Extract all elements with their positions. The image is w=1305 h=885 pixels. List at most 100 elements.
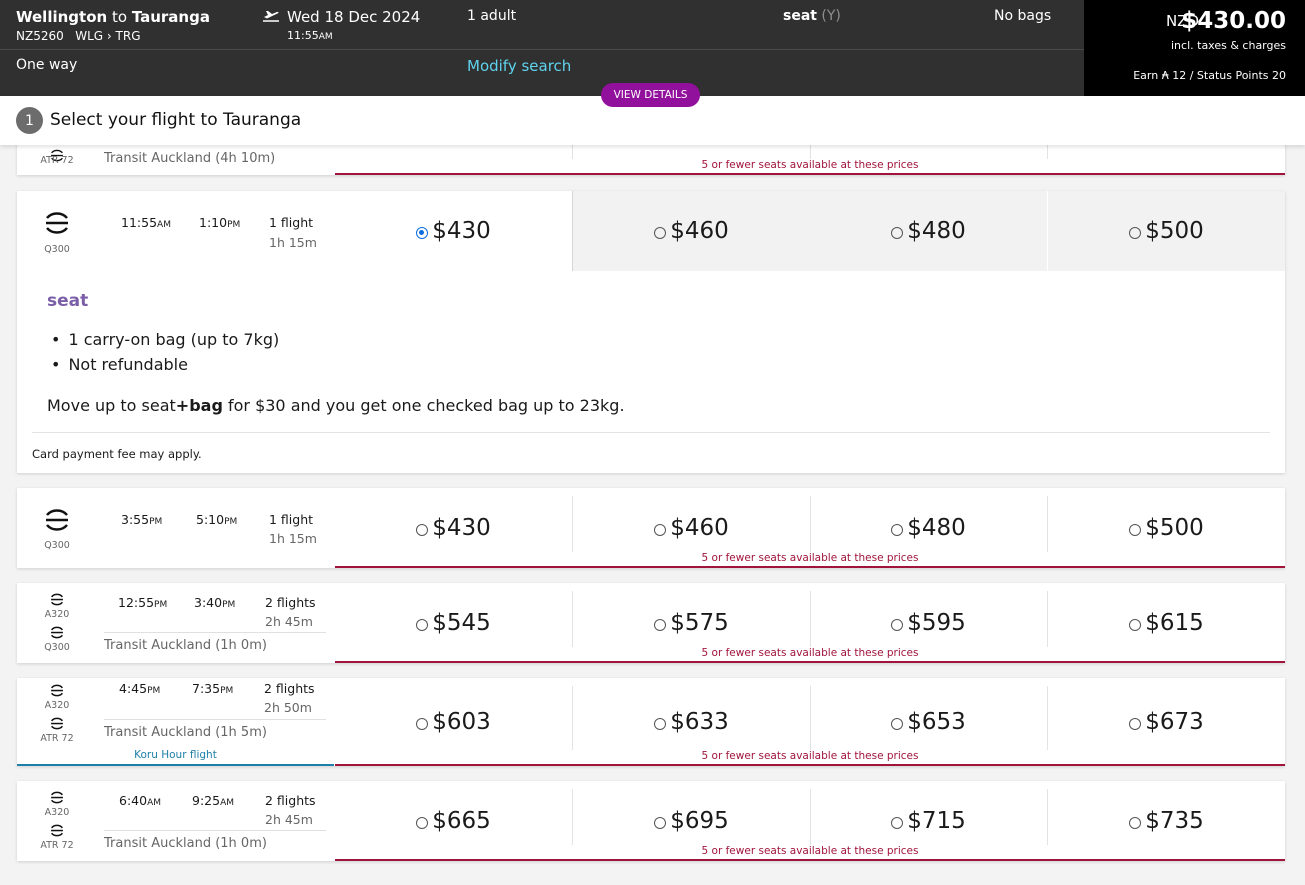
fare-price: $695: [670, 808, 729, 834]
airline-koru-icon: [51, 791, 63, 804]
divider: [32, 432, 1270, 433]
fare-price: $430: [432, 515, 491, 541]
flight-count: 1 flight: [269, 512, 314, 527]
seats-availability-notice: 5 or fewer seats available at these pric…: [335, 552, 1285, 568]
arrival-time: 1:10PM: [199, 215, 241, 230]
destination-city: Tauranga: [131, 8, 210, 26]
seats-availability-notice: 5 or fewer seats available at these pric…: [335, 750, 1285, 766]
radio-icon: [1129, 619, 1142, 631]
fare-price: $460: [670, 218, 729, 244]
fare-price: $633: [670, 709, 729, 735]
origin-code: WLG: [75, 29, 104, 43]
airline-koru-icon: [51, 626, 63, 639]
modify-search-link[interactable]: Modify search: [467, 57, 571, 75]
fare-class: (Y): [821, 8, 841, 24]
radio-icon: [891, 817, 904, 829]
fare-option-works[interactable]: $500: [1048, 191, 1285, 271]
airline-koru-icon: [51, 717, 63, 730]
radio-icon: [1129, 227, 1142, 239]
flight-duration: 2h 45m: [265, 812, 313, 827]
route-title: Wellington to Tauranga: [16, 8, 210, 26]
radio-selected-icon: [416, 227, 429, 239]
earn-points: Earn ₳ 12 / Status Points 20: [1133, 69, 1286, 82]
flight-card: ATR 72 Transit Auckland (4h 10m) 5 or fe…: [17, 145, 1285, 175]
flight-duration: 2h 45m: [265, 614, 313, 629]
aircraft-type: Q300: [44, 540, 70, 551]
origin-city: Wellington: [16, 8, 108, 26]
flight-info[interactable]: A320 ATR 72 6:40AM 9:25AM 2 flights 2h 4…: [17, 781, 334, 861]
fare-prices: $545 $575 $595 $615 5 or fewer seats ava…: [335, 583, 1285, 663]
flight-info: ATR 72 Transit Auckland (4h 10m): [17, 145, 334, 175]
flight-info[interactable]: Q300 3:55PM 5:10PM 1 flight 1h 15m: [17, 488, 334, 568]
fare-prices: $430 $460 $480 $500 5 or fewer seats ava…: [335, 488, 1285, 568]
fare-price: $480: [907, 515, 966, 541]
radio-icon: [416, 619, 429, 631]
fare-prices: 5 or fewer seats available at these pric…: [335, 145, 1285, 175]
step-title: Select your flight to Tauranga: [50, 110, 302, 130]
radio-icon: [1129, 524, 1142, 536]
airline-koru-icon: [51, 824, 63, 837]
fare-price: $615: [1145, 610, 1204, 636]
radio-icon: [891, 718, 904, 730]
arrival-time: 9:25AM: [192, 793, 234, 808]
fare-price: $715: [907, 808, 966, 834]
flight-codes: NZ5260 WLG › TRG: [16, 29, 141, 43]
flight-number: NZ5260: [16, 29, 64, 43]
transit-info: Transit Auckland (1h 0m): [104, 638, 267, 653]
bag-summary: No bags: [994, 8, 1052, 24]
passenger-count: 1 adult: [467, 8, 517, 24]
seats-availability-notice: 5 or fewer seats available at these pric…: [335, 647, 1285, 663]
upsell-message: Move up to seat+bag for $30 and you get …: [47, 396, 625, 415]
flight-info[interactable]: A320 Q300 12:55PM 3:40PM 2 flights 2h 45…: [17, 583, 334, 663]
total-amount: $430.00: [1181, 8, 1286, 34]
fare-option-seat[interactable]: $430: [335, 191, 572, 271]
aircraft-type: ATR 72: [40, 840, 74, 851]
fare-price: $673: [1145, 709, 1204, 735]
flight-info[interactable]: Q300 11:55AM 1:10PM 1 flight 1h 15m: [17, 191, 334, 271]
fare-price: $595: [907, 610, 966, 636]
seats-availability-notice: 5 or fewer seats available at these pric…: [335, 845, 1285, 861]
fare-prices: $430 $460 $480 $500: [335, 191, 1285, 271]
fare-option-seat-bag[interactable]: $460: [573, 191, 810, 271]
arrival-time: 3:40PM: [194, 595, 236, 610]
radio-icon: [416, 718, 429, 730]
flight-count: 2 flights: [264, 681, 315, 696]
transit-info: Transit Auckland (4h 10m): [104, 151, 276, 166]
airline-koru-icon: [51, 593, 63, 606]
aircraft-type: A320: [44, 700, 70, 711]
radio-icon: [654, 718, 667, 730]
transit-info: Transit Auckland (1h 5m): [104, 725, 267, 740]
flight-card: A320 Q300 12:55PM 3:40PM 2 flights 2h 45…: [17, 583, 1285, 663]
fare-option-flex[interactable]: $480: [810, 191, 1047, 271]
radio-icon: [1129, 817, 1142, 829]
radio-icon: [891, 227, 904, 239]
flight-duration: 1h 15m: [269, 531, 317, 546]
fare-price: $575: [670, 610, 729, 636]
fare-feature: 1 carry-on bag (up to 7kg): [51, 330, 279, 349]
total-price-panel: NZD $430.00 incl. taxes & charges Earn ₳…: [1084, 0, 1305, 96]
chevron-right-icon: ›: [106, 29, 112, 43]
aircraft-type: Q300: [44, 642, 70, 653]
flight-info[interactable]: A320 ATR 72 4:45PM 7:35PM 2 flights 2h 5…: [17, 678, 334, 766]
arrival-time: 5:10PM: [196, 512, 238, 527]
flight-count: 2 flights: [265, 793, 316, 808]
destination-code: TRG: [115, 29, 141, 43]
fare-feature: Not refundable: [51, 355, 188, 374]
airline-koru-icon: [46, 212, 68, 234]
flight-count: 2 flights: [265, 595, 316, 610]
departure-date: Wed 18 Dec 2024: [287, 8, 421, 26]
departure-time: 4:45PM: [119, 681, 161, 696]
fare-type: seat: [783, 8, 817, 24]
departure-time: 11:55AM: [121, 215, 171, 230]
fare-prices: $665 $695 $715 $735 5 or fewer seats ava…: [335, 781, 1285, 861]
fare-summary: seat (Y): [783, 8, 841, 24]
arrival-time: 7:35PM: [192, 681, 234, 696]
departure-time: 3:55PM: [121, 512, 163, 527]
view-details-button[interactable]: VIEW DETAILS: [601, 83, 700, 107]
aircraft-type: ATR 72: [40, 155, 74, 166]
radio-icon: [1129, 718, 1142, 730]
seats-availability-notice: 5 or fewer seats available at these pric…: [335, 159, 1285, 175]
aircraft-type: Q300: [44, 244, 70, 255]
flight-card-selected: Q300 11:55AM 1:10PM 1 flight 1h 15m $430…: [17, 191, 1285, 473]
radio-icon: [654, 817, 667, 829]
